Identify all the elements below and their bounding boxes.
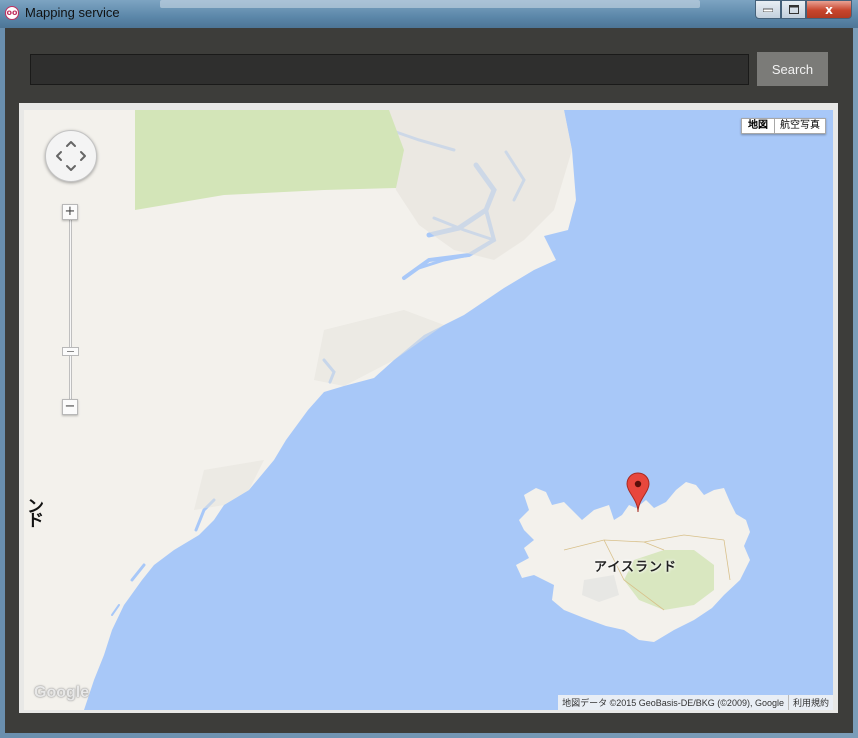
app-logo-icon: oo <box>5 6 19 20</box>
zoom-out-button[interactable]: − <box>62 399 78 415</box>
zoom-slider-track[interactable] <box>69 212 72 402</box>
google-logo: Google <box>34 684 90 701</box>
greenland-label: ンド <box>27 497 44 531</box>
search-button[interactable]: Search <box>757 52 828 86</box>
minimize-icon <box>763 8 773 12</box>
search-input[interactable] <box>30 54 749 85</box>
maximize-button[interactable] <box>781 0 806 19</box>
pan-arrows-icon <box>56 141 86 171</box>
map-view[interactable]: + − 地図 航空写真 ンド アイスランド Google 地図データ ©2015… <box>24 110 833 710</box>
pan-control[interactable] <box>45 130 97 182</box>
map-tiles <box>24 110 833 710</box>
minimize-button[interactable] <box>755 0 781 19</box>
title-bar: oo Mapping service x <box>0 0 858 28</box>
zoom-slider-handle[interactable] <box>62 347 79 356</box>
blurred-background <box>160 0 700 8</box>
close-button[interactable]: x <box>806 0 852 19</box>
map-type-map-button[interactable]: 地図 <box>741 118 775 134</box>
window-controls: x <box>755 0 852 19</box>
zoom-in-button[interactable]: + <box>62 204 78 220</box>
window-title: Mapping service <box>25 5 120 20</box>
close-icon: x <box>825 2 833 17</box>
maximize-icon <box>788 5 799 14</box>
map-attribution: 地図データ ©2015 GeoBasis-DE/BKG (©2009), Goo… <box>558 695 833 710</box>
attribution-text: 地図データ ©2015 GeoBasis-DE/BKG (©2009), Goo… <box>558 695 788 710</box>
app-content: Search + − 地図 航空写真 ン ド アイスランド Google 地図デ… <box>5 28 853 733</box>
terms-link[interactable]: 利用規約 <box>787 695 833 710</box>
map-type-control: 地図 航空写真 <box>741 118 826 134</box>
iceland-label: アイスランド <box>594 560 677 575</box>
map-container: + − 地図 航空写真 ンド アイスランド Google 地図データ ©2015… <box>19 103 838 713</box>
map-pin-icon[interactable] <box>626 472 650 514</box>
map-type-satellite-button[interactable]: 航空写真 <box>775 118 826 134</box>
